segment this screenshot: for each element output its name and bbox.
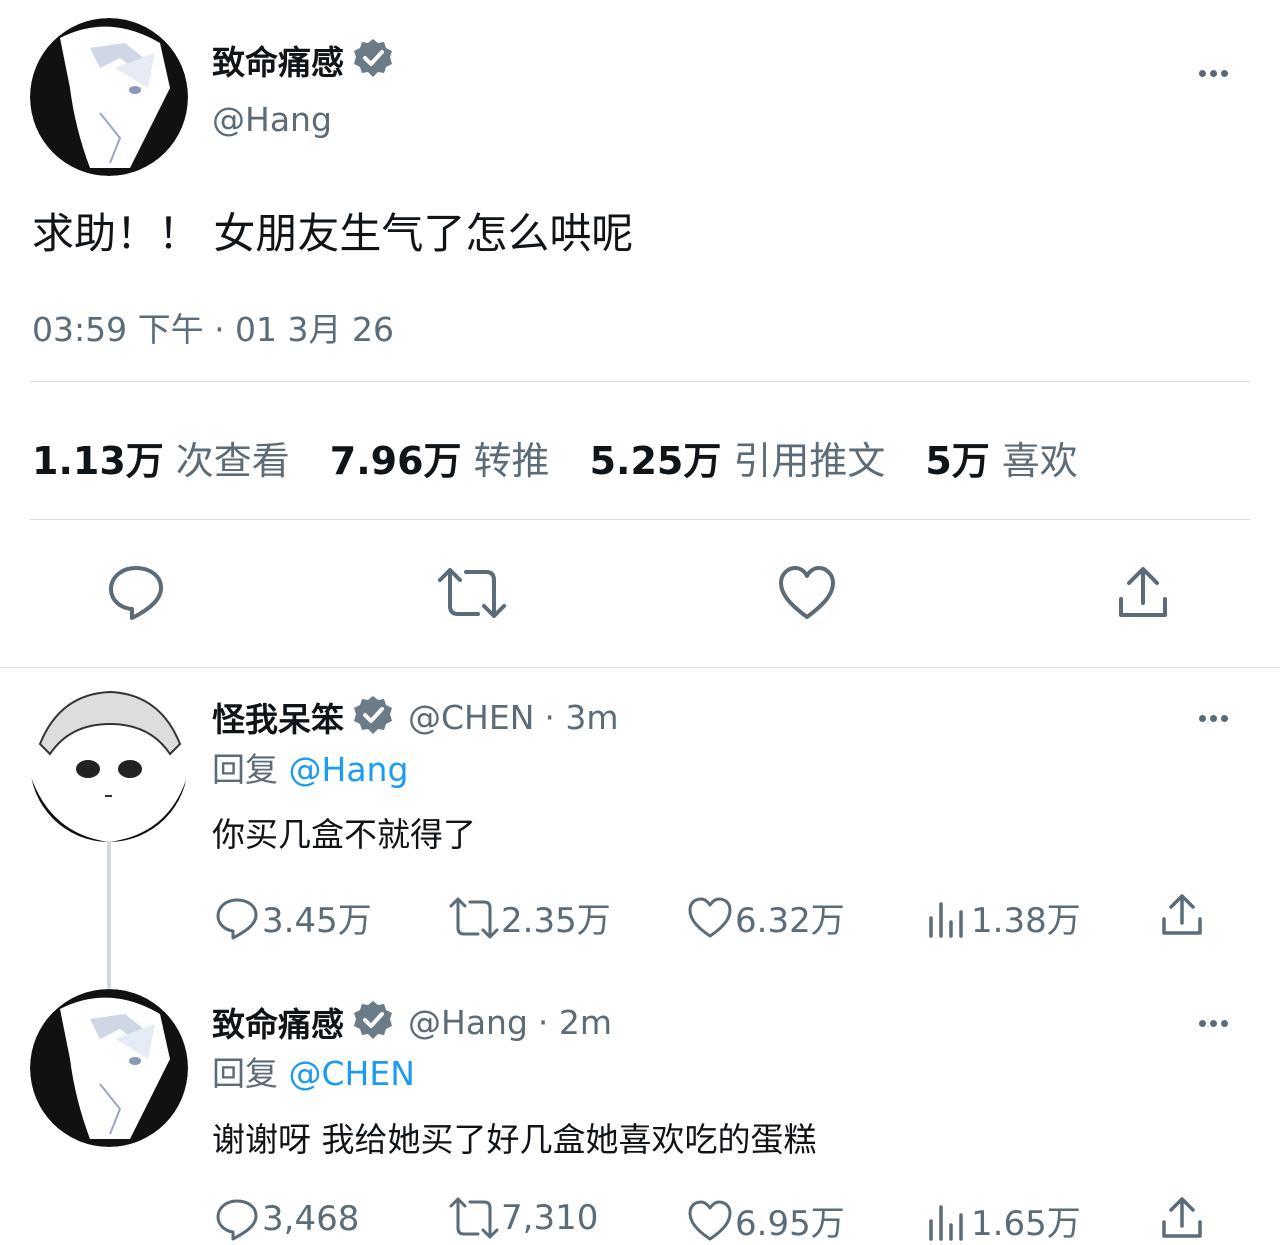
reply-icon[interactable] — [106, 562, 166, 626]
views-count[interactable]: 1.38万 — [925, 893, 1081, 942]
divider — [0, 667, 1280, 668]
display-name[interactable]: 致命痛感 — [212, 36, 344, 84]
reply-time[interactable]: · 2m — [538, 1003, 612, 1042]
reply-context: 回复 @Hang — [212, 750, 409, 789]
reply-time[interactable]: · 3m — [544, 698, 618, 737]
views-count[interactable]: 1.65万 — [925, 1196, 1081, 1245]
timestamp[interactable]: 03:59 下午 · 01 3月 26 — [32, 303, 394, 351]
stat-retweets[interactable]: 7.96万 转推 — [330, 430, 550, 485]
reply-to-link[interactable]: @Hang — [289, 750, 409, 789]
more-icon[interactable] — [1197, 58, 1230, 78]
more-icon[interactable] — [1197, 703, 1230, 723]
reply-icon — [216, 1199, 258, 1241]
reply-icon — [216, 898, 258, 939]
retweet-icon — [449, 1197, 499, 1239]
stat-quotes[interactable]: 5.25万 引用推文 — [590, 430, 886, 485]
views-icon — [929, 1204, 963, 1241]
retweet-count[interactable]: 2.35万 — [449, 893, 611, 942]
reply-text: 你买几盒不就得了 — [212, 815, 476, 854]
reply-context: 回复 @CHEN — [212, 1054, 415, 1093]
heart-icon — [688, 1200, 732, 1240]
stat-likes[interactable]: 5万 喜欢 — [925, 430, 1077, 485]
verified-badge-icon — [352, 694, 394, 740]
retweet-count[interactable]: 7,310 — [449, 1196, 598, 1240]
retweet-icon[interactable] — [438, 566, 506, 624]
handle[interactable]: @Hang — [212, 100, 332, 139]
avatar[interactable] — [30, 989, 188, 1147]
reply-to-link[interactable]: @CHEN — [289, 1054, 415, 1093]
verified-badge-icon — [352, 999, 394, 1045]
like-count[interactable]: 6.95万 — [687, 1196, 845, 1245]
handle[interactable]: @Hang — [408, 1003, 528, 1042]
stat-views[interactable]: 1.13万 次查看 — [32, 430, 290, 485]
heart-icon[interactable] — [778, 565, 836, 625]
display-name[interactable]: 怪我呆笨 — [212, 693, 344, 741]
engagement-stats: 1.13万 次查看 7.96万 转推 5.25万 引用推文 5万 喜欢 — [32, 430, 1118, 485]
views-icon — [929, 901, 963, 938]
retweet-icon — [449, 897, 499, 938]
like-count[interactable]: 6.32万 — [687, 893, 845, 942]
reply-count[interactable]: 3.45万 — [214, 893, 372, 942]
post-text: 求助！！ 女朋友生气了怎么哄呢 — [32, 209, 634, 258]
heart-icon — [688, 897, 732, 937]
divider — [30, 381, 1250, 382]
verified-badge-icon — [352, 37, 394, 83]
avatar[interactable] — [30, 684, 188, 842]
divider — [30, 519, 1250, 520]
share-icon[interactable] — [1115, 565, 1171, 625]
thread-line — [107, 842, 111, 988]
share-icon[interactable] — [1160, 893, 1204, 941]
reply-count[interactable]: 3,468 — [214, 1196, 359, 1242]
reply-text: 谢谢呀 我给她买了好几盒她喜欢吃的蛋糕 — [212, 1120, 817, 1159]
share-icon[interactable] — [1160, 1196, 1204, 1244]
more-icon[interactable] — [1197, 1008, 1230, 1028]
handle[interactable]: @CHEN — [408, 698, 534, 737]
avatar[interactable] — [30, 18, 188, 176]
display-name[interactable]: 致命痛感 — [212, 998, 344, 1046]
